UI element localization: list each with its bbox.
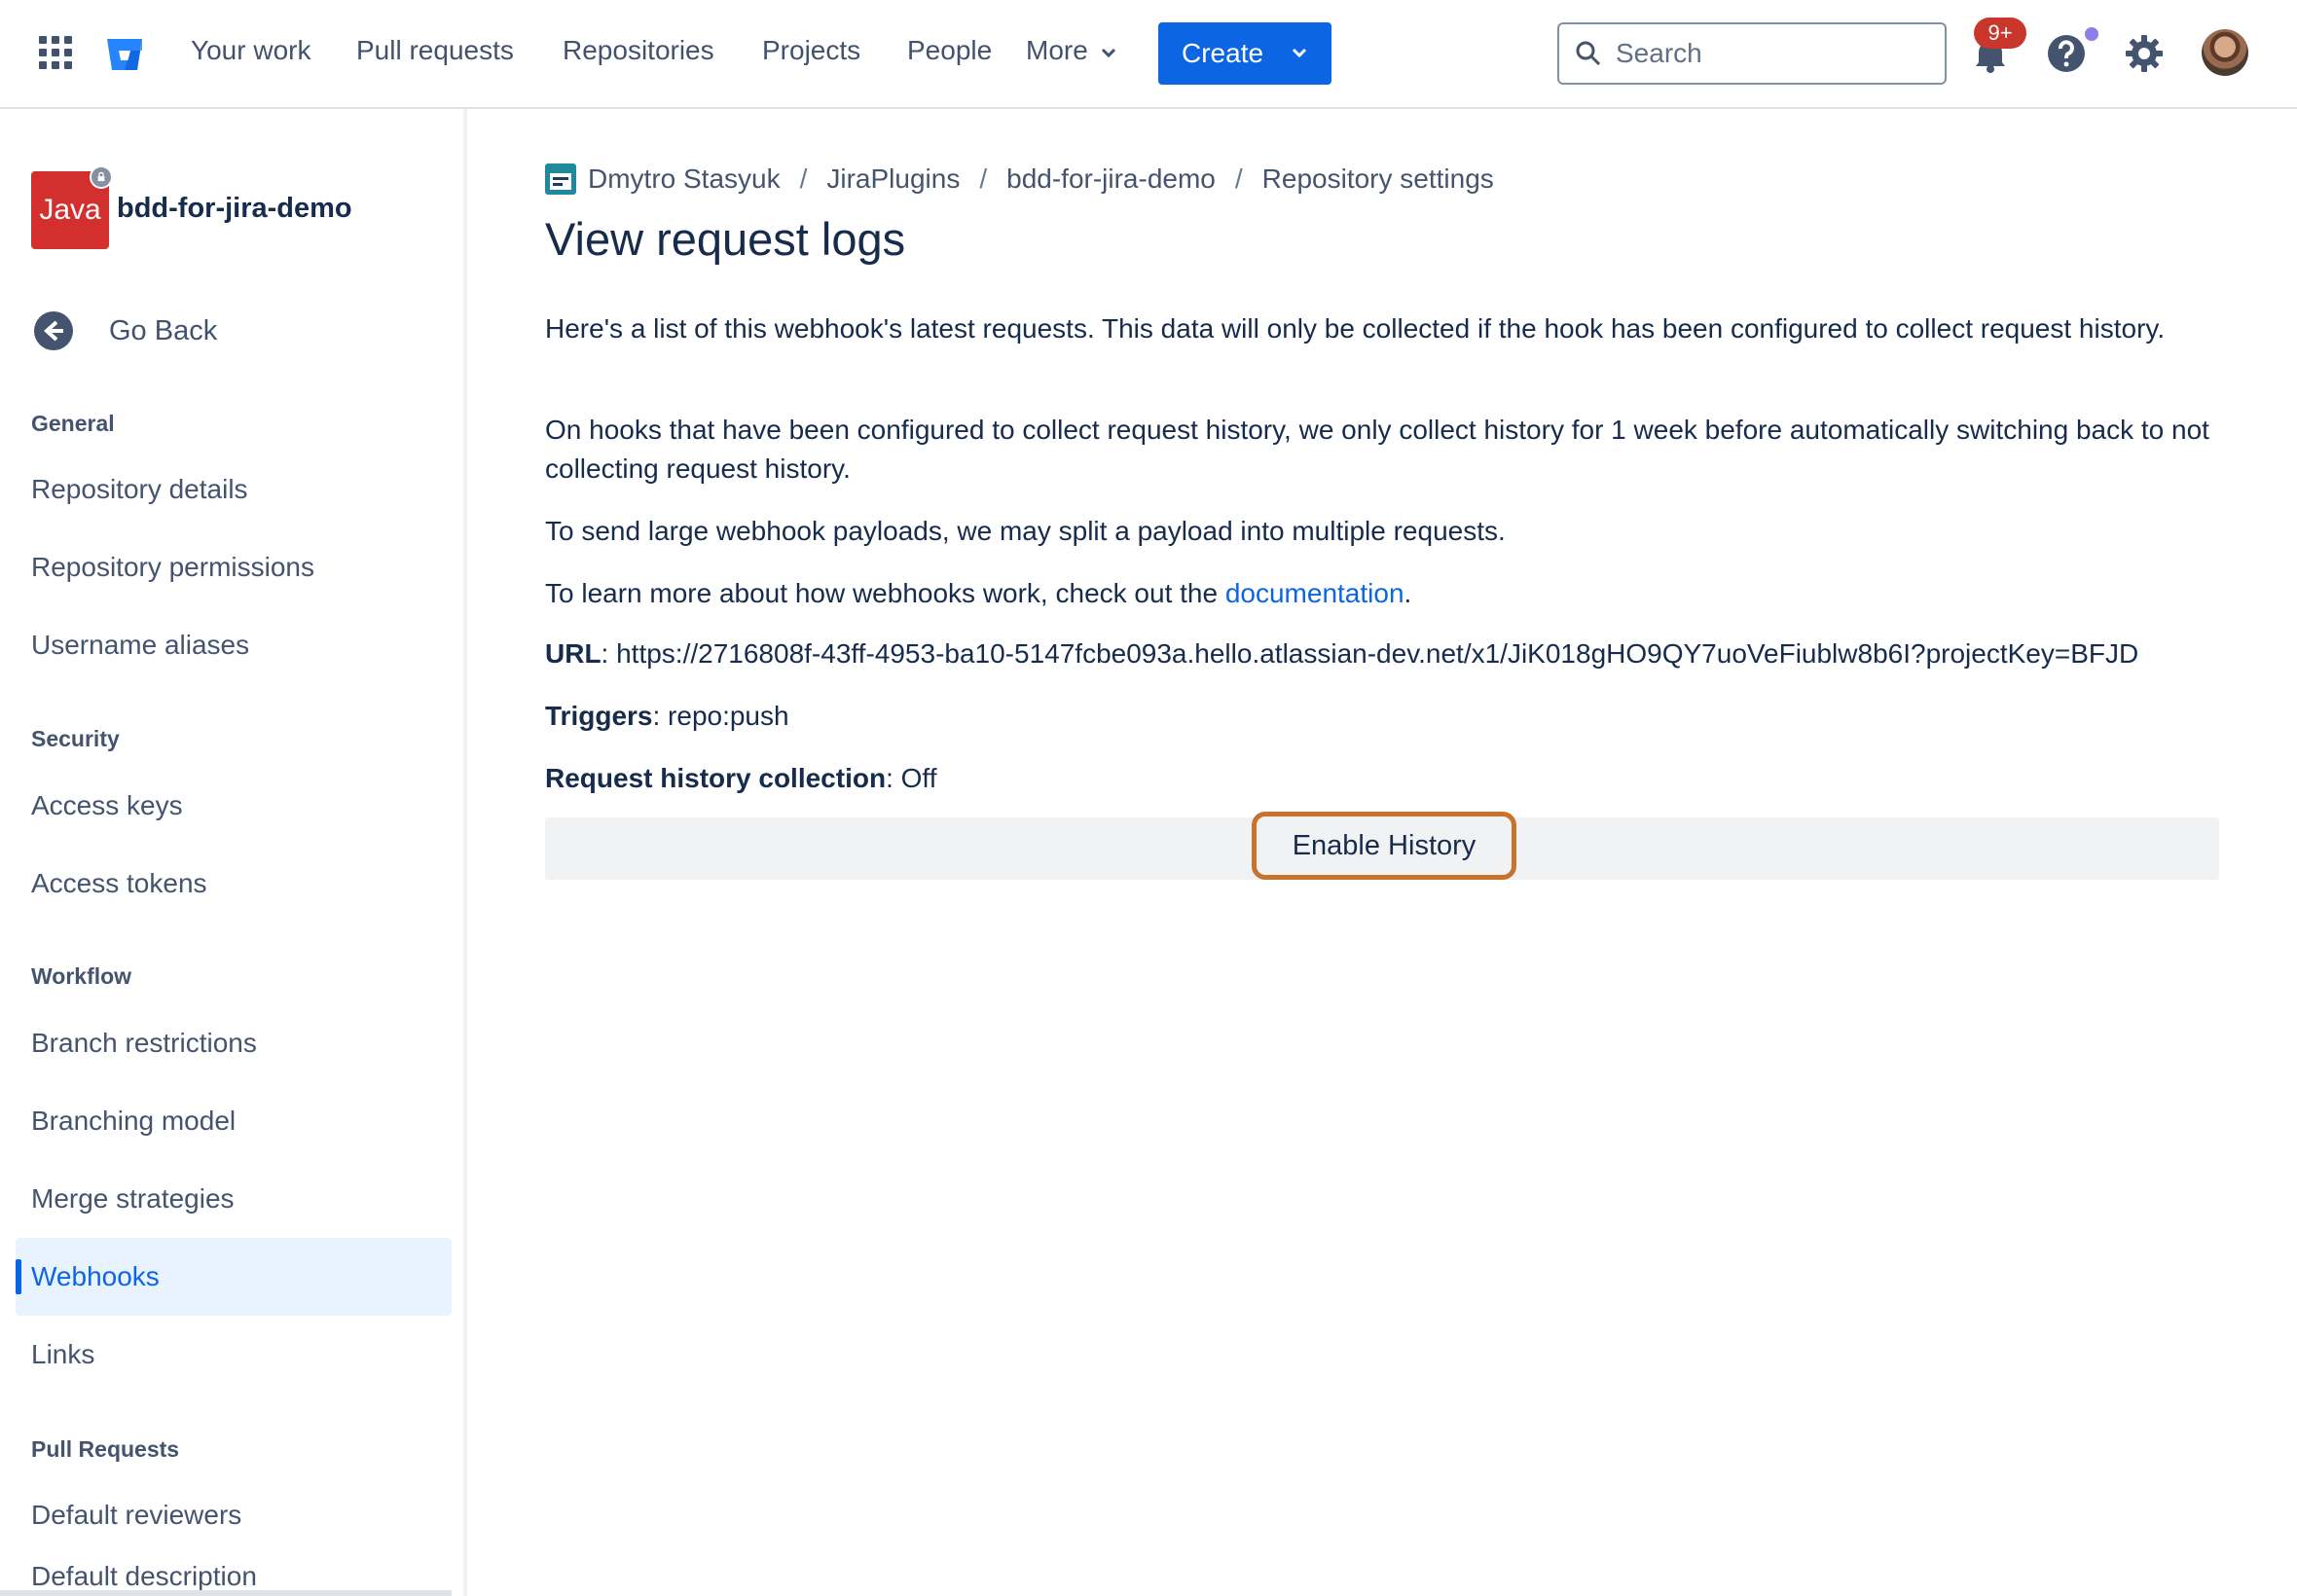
breadcrumb-separator: / bbox=[1234, 163, 1243, 194]
search-field[interactable] bbox=[1557, 22, 1947, 85]
url-value: : https://2716808f-43ff-4953-ba10-5147fc… bbox=[601, 638, 2139, 669]
triggers-row: Triggers: repo:push bbox=[545, 701, 789, 732]
top-navigation: Your work Pull requests Repositories Pro… bbox=[0, 0, 2297, 109]
learn-more-paragraph: To learn more about how webhooks work, c… bbox=[545, 574, 2219, 613]
repo-avatar-label: Java bbox=[39, 194, 101, 226]
section-workflow: Workflow bbox=[31, 963, 132, 989]
nav-your-work[interactable]: Your work bbox=[191, 35, 310, 66]
breadcrumb-workspace[interactable]: Dmytro Stasyuk bbox=[588, 163, 781, 195]
user-avatar[interactable] bbox=[2202, 29, 2248, 76]
learn-more-suffix: . bbox=[1404, 578, 1412, 608]
help-notification-dot bbox=[2085, 27, 2098, 41]
sidebar-item-default-description[interactable]: Default description bbox=[16, 1549, 452, 1596]
repo-name[interactable]: bdd-for-jira-demo bbox=[117, 193, 352, 225]
bitbucket-logo-icon[interactable] bbox=[105, 37, 144, 72]
arrow-left-circle-icon bbox=[34, 311, 73, 350]
lock-icon bbox=[90, 165, 113, 189]
breadcrumb-separator: / bbox=[799, 163, 808, 194]
search-icon bbox=[1576, 41, 1601, 66]
create-button[interactable]: Create bbox=[1158, 22, 1331, 85]
history-collection-row: Request history collection: Off bbox=[545, 763, 936, 794]
triggers-label: Triggers bbox=[545, 701, 653, 731]
search-input[interactable] bbox=[1616, 36, 1927, 71]
section-pull-requests: Pull Requests bbox=[31, 1436, 180, 1462]
notification-count-badge: 9+ bbox=[1974, 18, 2026, 49]
breadcrumb-project[interactable]: JiraPlugins bbox=[826, 163, 960, 195]
webhook-url-row: URL: https://2716808f-43ff-4953-ba10-514… bbox=[545, 638, 2138, 670]
nav-more-label: More bbox=[1026, 35, 1088, 65]
history-action-bar: Enable History bbox=[545, 812, 2219, 880]
breadcrumb-repository[interactable]: bdd-for-jira-demo bbox=[1006, 163, 1216, 195]
sidebar-item-username-aliases[interactable]: Username aliases bbox=[16, 606, 452, 684]
documentation-link[interactable]: documentation bbox=[1225, 578, 1404, 608]
sidebar-item-default-reviewers[interactable]: Default reviewers bbox=[16, 1476, 452, 1554]
intro-paragraph: Here's a list of this webhook's latest r… bbox=[545, 313, 2166, 344]
sidebar-item-links[interactable]: Links bbox=[16, 1316, 452, 1394]
go-back-label: Go Back bbox=[109, 314, 218, 346]
history-collection-label: Request history collection bbox=[545, 763, 887, 793]
enable-history-button[interactable]: Enable History bbox=[1252, 812, 1516, 880]
learn-more-text: To learn more about how webhooks work, c… bbox=[545, 578, 1225, 608]
sidebar-item-repository-permissions[interactable]: Repository permissions bbox=[16, 528, 452, 606]
breadcrumb: Dmytro Stasyuk / JiraPlugins / bdd-for-j… bbox=[545, 162, 1494, 197]
sidebar-item-repository-details[interactable]: Repository details bbox=[16, 451, 452, 528]
section-security: Security bbox=[31, 726, 120, 751]
create-button-label: Create bbox=[1182, 38, 1264, 68]
project-icon bbox=[545, 163, 576, 195]
app-switcher-icon[interactable] bbox=[39, 36, 72, 69]
nav-repositories[interactable]: Repositories bbox=[563, 35, 714, 66]
payload-info-paragraph: To send large webhook payloads, we may s… bbox=[545, 516, 1506, 546]
sidebar-item-branching-model[interactable]: Branching model bbox=[16, 1082, 452, 1160]
sidebar-item-webhooks[interactable]: Webhooks bbox=[16, 1238, 452, 1316]
nav-projects[interactable]: Projects bbox=[762, 35, 860, 66]
chevron-down-icon bbox=[1101, 48, 1115, 58]
sidebar-item-access-tokens[interactable]: Access tokens bbox=[16, 845, 452, 923]
triggers-value: : repo:push bbox=[652, 701, 789, 731]
go-back-button[interactable]: Go Back bbox=[33, 309, 217, 352]
sidebar-item-access-keys[interactable]: Access keys bbox=[16, 767, 452, 845]
nav-more[interactable]: More bbox=[1026, 35, 1117, 66]
nav-people[interactable]: People bbox=[907, 35, 992, 66]
page-title: View request logs bbox=[545, 213, 906, 265]
sidebar-item-branch-restrictions[interactable]: Branch restrictions bbox=[16, 1004, 452, 1082]
sidebar-scrollbar[interactable] bbox=[0, 1590, 452, 1596]
url-label: URL bbox=[545, 638, 602, 669]
chevron-down-icon bbox=[1292, 48, 1307, 58]
repository-sidebar: Java bdd-for-jira-demo Go Back General R… bbox=[0, 109, 467, 1596]
section-general: General bbox=[31, 411, 115, 436]
settings-gear-icon[interactable] bbox=[2124, 33, 2165, 74]
nav-pull-requests[interactable]: Pull requests bbox=[356, 35, 514, 66]
breadcrumb-repository-settings[interactable]: Repository settings bbox=[1262, 163, 1494, 195]
history-collection-value: : Off bbox=[886, 763, 937, 793]
sidebar-item-merge-strategies[interactable]: Merge strategies bbox=[16, 1160, 452, 1238]
history-info-paragraph: On hooks that have been configured to co… bbox=[545, 415, 2209, 484]
breadcrumb-separator: / bbox=[979, 163, 988, 194]
help-icon[interactable] bbox=[2046, 33, 2087, 74]
